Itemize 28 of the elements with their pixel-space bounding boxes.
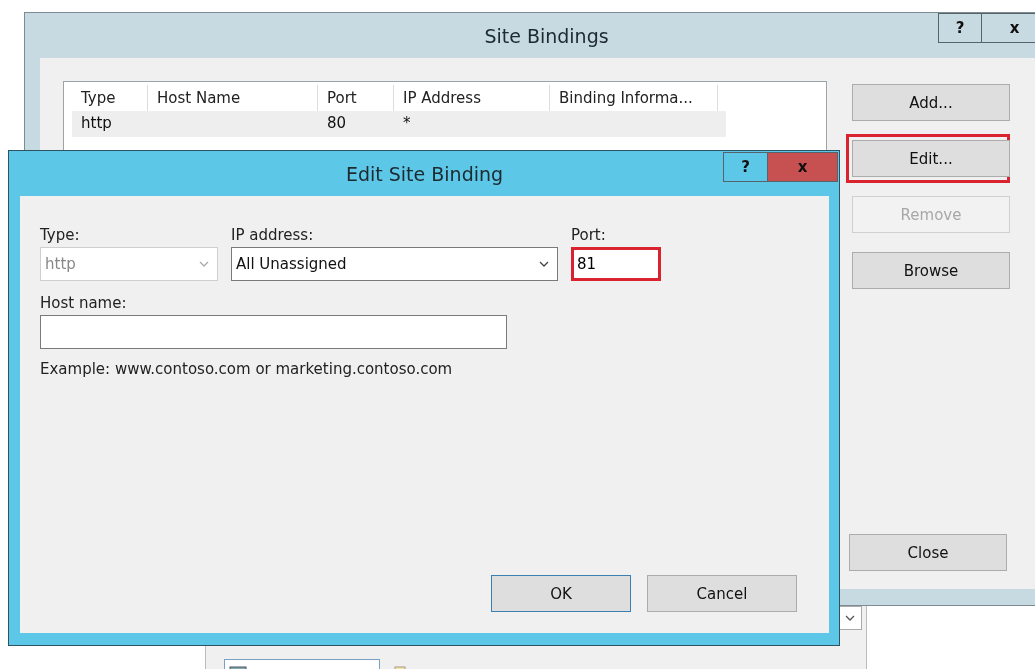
field-label: Port: <box>571 226 607 244</box>
ip-address-dropdown[interactable]: All Unassigned <box>231 247 558 281</box>
port-field[interactable]: 81 <box>571 247 661 281</box>
dialog-button[interactable]: Add... <box>852 84 1010 121</box>
help-button[interactable]: ? <box>723 152 768 182</box>
table-cell-text: http <box>80 113 113 134</box>
dialog-button[interactable]: Cancel <box>647 575 797 612</box>
help-button[interactable]: ? <box>938 13 982 43</box>
close-button[interactable]: x <box>982 13 1035 43</box>
host-name-field[interactable] <box>40 315 507 349</box>
chevron-icon <box>539 261 549 267</box>
close-button[interactable]: Close <box>849 534 1007 571</box>
field-label: IP address: <box>231 226 315 244</box>
dialog-button[interactable]: Edit... <box>852 140 1010 177</box>
chevron-icon <box>199 261 209 267</box>
hint-text: Example: www.contoso.com or marketing.contoso.com <box>40 360 454 378</box>
table-cell-text: 80 <box>326 113 348 134</box>
window-title: Site Bindings <box>484 24 609 47</box>
field-label: Type: <box>40 226 81 244</box>
table-cell-text: * <box>402 113 412 134</box>
dialog-button[interactable]: OK <box>491 575 631 612</box>
field-label: Host name: <box>40 294 128 312</box>
dropdown[interactable] <box>838 606 862 630</box>
dialog-title: Edit Site Binding <box>345 162 504 185</box>
table-row[interactable]: http 80 * <box>72 111 726 137</box>
close-button[interactable]: x <box>768 152 838 182</box>
dialog-button[interactable]: Browse <box>852 252 1010 289</box>
chevron-icon <box>845 615 855 621</box>
